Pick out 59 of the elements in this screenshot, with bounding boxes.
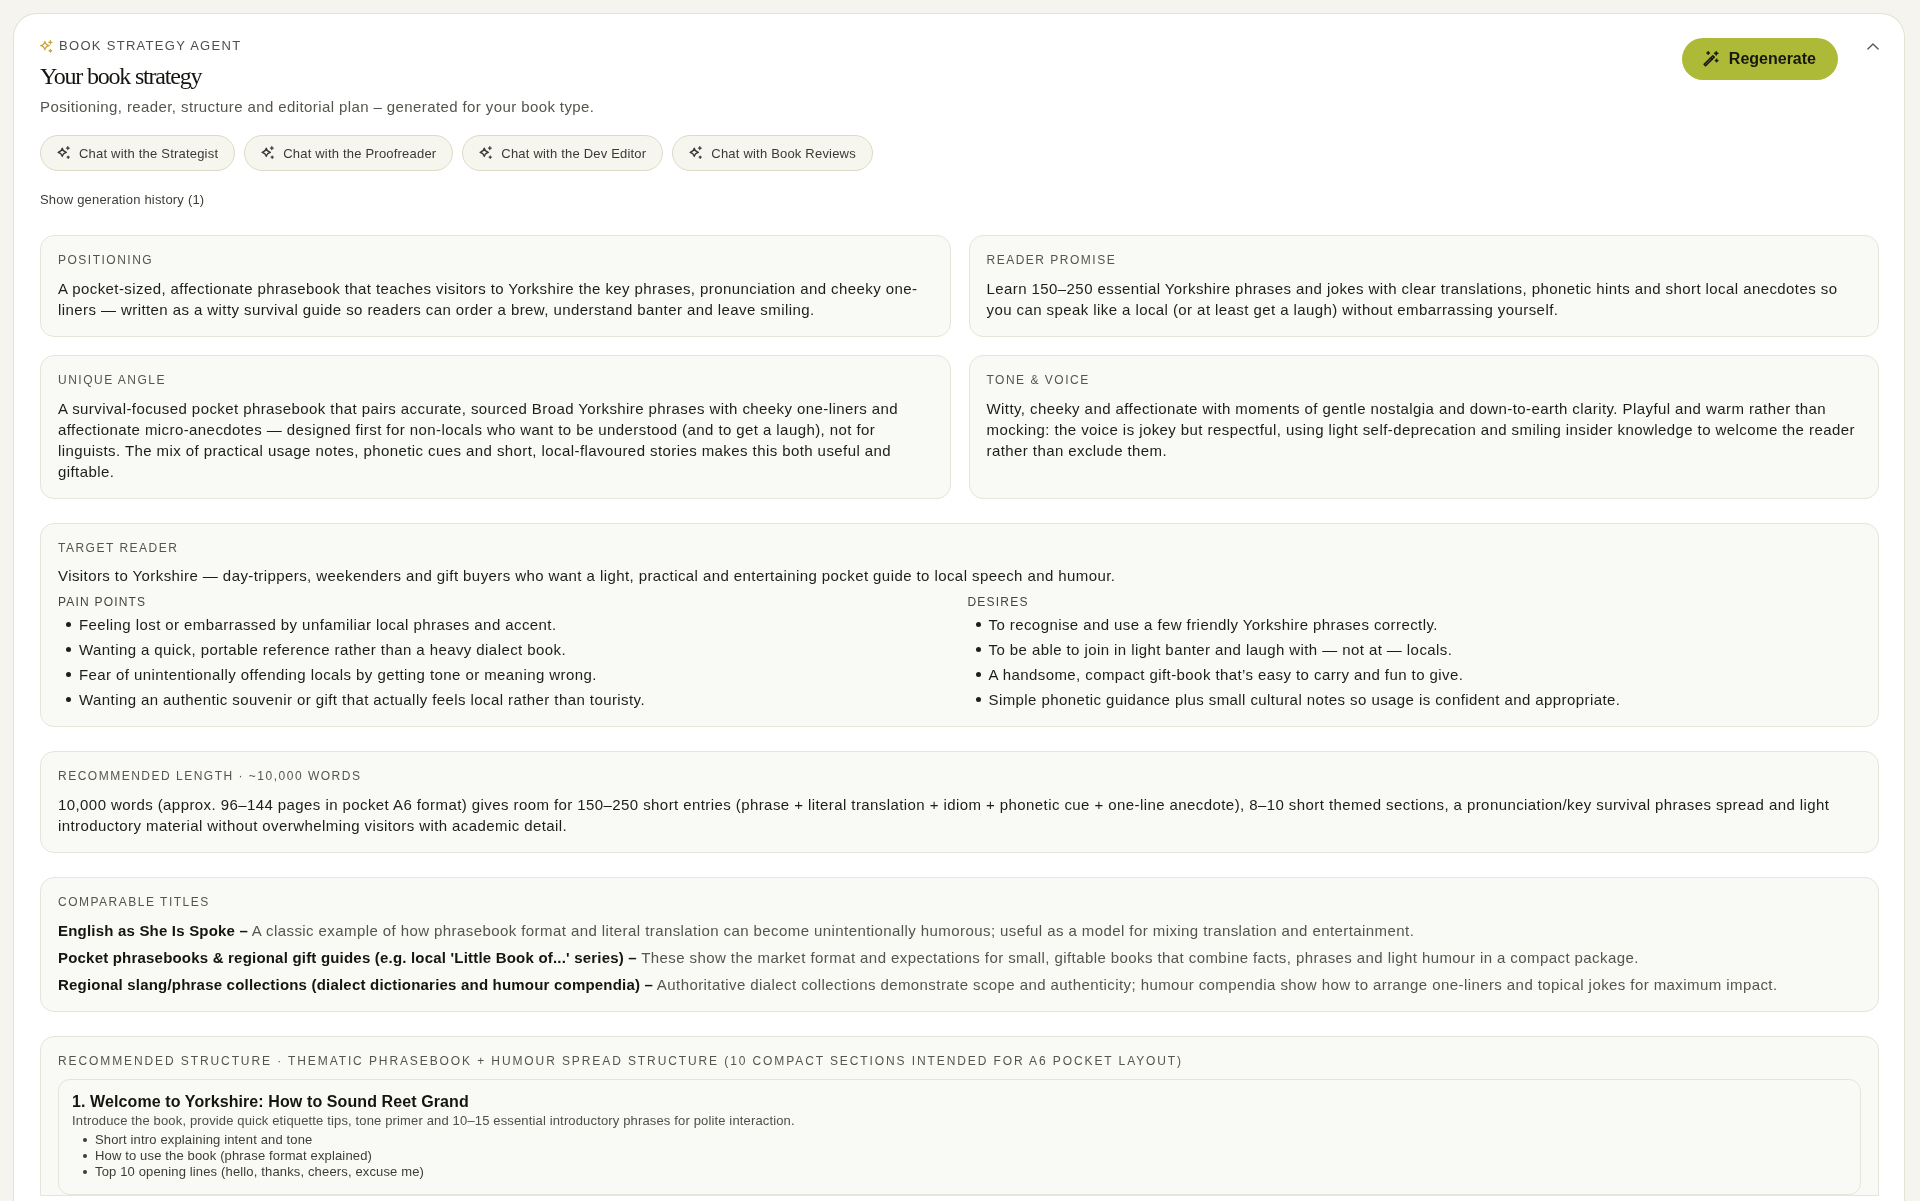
chat-button[interactable]: Chat with Book Reviews [672,135,873,171]
card-text: A pocket-sized, affectionate phrasebook that teaches visitors to Yorkshire the key phrases, pronunciation and cheeky one-liners — written as a witty survival guide so readers can order a brew, understand banter and leave smiling. [58,279,919,320]
card-text: Learn 150–250 essential Yorkshire phrases and jokes with clear translations, phonetic hints and short local anecdotes so you can speak like a local (or at least get a laugh) without embarrassing yourself. [986,279,1839,320]
card-label: READER PROMISE [986,252,1118,268]
bullet-icon [975,622,981,627]
list-item-text: How to use the book (phrase format explained) [95,1148,372,1164]
list-item-text: Simple phonetic guidance plus small cultural notes so usage is confident and appropriate. [988,690,1621,710]
chevron-up-icon[interactable] [1867,43,1879,50]
column-label: DESIRES [967,594,1030,610]
card-label: RECOMMENDED LENGTH · ~10,000 WORDS [58,768,363,784]
sparkle-icon [40,39,53,53]
bullet-icon [66,672,71,677]
card-label: RECOMMENDED STRUCTURE · THEMATIC PHRASEBOOK + HUMOUR SPREAD STRUCTURE (10 COMPACT SECTIONS INTENDED FOR A6 POCKET LAYOUT) [58,1053,1184,1069]
card-label: POSITIONING [58,252,155,268]
chat-button[interactable]: Chat with the Proofreader [244,135,454,171]
history-toggle-link[interactable]: Show generation history (1) [40,191,205,209]
bullet-icon [83,1154,87,1158]
chat-button[interactable]: Chat with the Dev Editor [462,135,664,171]
bullet-icon [83,1170,87,1174]
bullet-icon [975,672,981,677]
comparable-title-text: English as She Is Spoke – A classic example of how phrasebook format and literal translation can become unintentionally humorous; useful as a model for mixing translation and entertainment. [58,921,1416,941]
list-item-text: Feeling lost or embarrassed by unfamiliar local phrases and accent. [79,615,557,635]
list-item-text: A handsome, compact gift-book that’s easy to carry and fun to give. [988,665,1464,685]
card-text: Visitors to Yorkshire — day-trippers, weekenders and gift buyers who want a light, practical and entertaining pocket guide to local speech and humour. [58,566,1117,586]
card-label: TARGET READER [58,540,180,556]
list-item-text: Wanting a quick, portable reference rather than a heavy dialect book. [79,640,567,660]
panel-eyebrow: BOOK STRATEGY AGENT [59,38,242,54]
sparkle-icon [689,146,704,160]
list-item-text: Top 10 opening lines (hello, thanks, cheers, excuse me) [95,1164,425,1180]
list-item-text: To be able to join in light banter and laugh with — not at — locals. [988,640,1453,660]
list-item-text: To recognise and use a few friendly Yorkshire phrases correctly. [988,615,1438,635]
bullet-icon [66,697,71,702]
card-label: TONE & VOICE [986,372,1091,388]
bullet-icon [66,647,71,652]
comparable-title-text: Regional slang/phrase collections (dialect dictionaries and humour compendia) – Authoritative dialect collections demonstrate scope and authenticity; humour compendia show how to arrange one-liners and topical jokes for maximum impact. [58,975,1779,995]
panel-title: Your book strategy [40,62,203,91]
chat-button[interactable]: Chat with the Strategist [40,135,236,171]
sparkle-icon [479,146,494,160]
list-item-text: Wanting an authentic souvenir or gift that actually feels local rather than touristy. [79,690,645,710]
bullet-icon [83,1138,87,1142]
magic-wand-icon [1702,51,1719,67]
section-description: Introduce the book, provide quick etiquette tips, tone primer and 10–15 essential introductory phrases for polite interaction. [72,1112,796,1129]
section-title: 1. Welcome to Yorkshire: How to Sound Reet Grand [72,1092,470,1112]
card-text: A survival-focused pocket phrasebook that pairs accurate, sourced Broad Yorkshire phrases with cheeky one-liners and affectionate micro-anecdotes — designed first for non-locals who want to be understood (and to get a laugh), not for linguists. The mix of practical usage notes, phonetic cues and short, local-flavoured stories makes this both useful and giftable. [58,399,899,482]
card-text: 10,000 words (approx. 96–144 pages in pocket A6 format) gives room for 150–250 short entries (phrase + literal translation + idiom + phonetic cue + one-line anecdote), 8–10 short themed sections, a pronunciation/key survival phrases spread and light introductory material without overwhelming visitors with academic detail. [58,795,1831,836]
bullet-icon [975,647,981,652]
sparkle-icon [57,146,71,160]
sparkle-icon [261,146,276,160]
comparable-title-text: Pocket phrasebooks & regional gift guides (e.g. local 'Little Book of...' series) – These show the market format and expectations for small, giftable books that combine facts, phrases and light humour in a compact package. [58,948,1640,968]
list-item-text: Fear of unintentionally offending locals by getting tone or meaning wrong. [79,665,597,685]
bullet-icon [975,697,981,702]
regenerate-button[interactable]: Regenerate [1681,38,1838,80]
card-label: COMPARABLE TITLES [58,894,211,910]
list-item-text: Short intro explaining intent and tone [95,1132,313,1148]
panel-subtitle: Positioning, reader, structure and editorial plan – generated for your book type. [40,97,595,117]
bullet-icon [66,622,71,627]
column-label: PAIN POINTS [58,594,148,610]
card-text: Witty, cheeky and affectionate with moments of gentle nostalgia and down-to-earth clarity. Playful and warm rather than mocking: the voice is jokey but respectful, using light self-deprecation and smiling insider knowledge to welcome the reader rather than exclude them. [986,399,1856,461]
card-label: UNIQUE ANGLE [58,372,168,388]
